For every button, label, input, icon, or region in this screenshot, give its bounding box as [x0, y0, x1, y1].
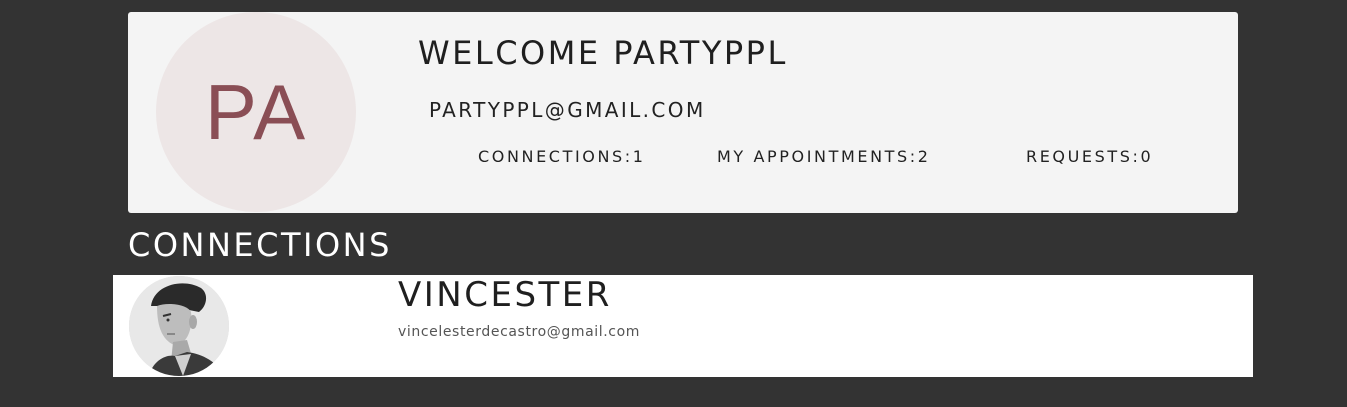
appointments-count-link[interactable]: MY APPOINTMENTS:2: [717, 147, 931, 166]
connections-count-link[interactable]: CONNECTIONS:1: [478, 147, 646, 166]
avatar: PA: [156, 12, 356, 212]
profile-card: PA WELCOME PARTYPPL PARTYPPL@GMAIL.COM C…: [128, 12, 1238, 213]
welcome-heading: WELCOME PARTYPPL: [418, 34, 788, 72]
connections-heading: CONNECTIONS: [128, 226, 392, 264]
connection-email: vincelesterdecastro@gmail.com: [398, 324, 640, 340]
connection-card[interactable]: VINCESTER vincelesterdecastro@gmail.com: [113, 275, 1253, 377]
requests-count-link[interactable]: REQUESTS:0: [1026, 147, 1153, 166]
profile-email: PARTYPPL@GMAIL.COM: [429, 98, 706, 122]
connection-name[interactable]: VINCESTER: [398, 275, 612, 315]
profile-photo: [129, 276, 229, 376]
